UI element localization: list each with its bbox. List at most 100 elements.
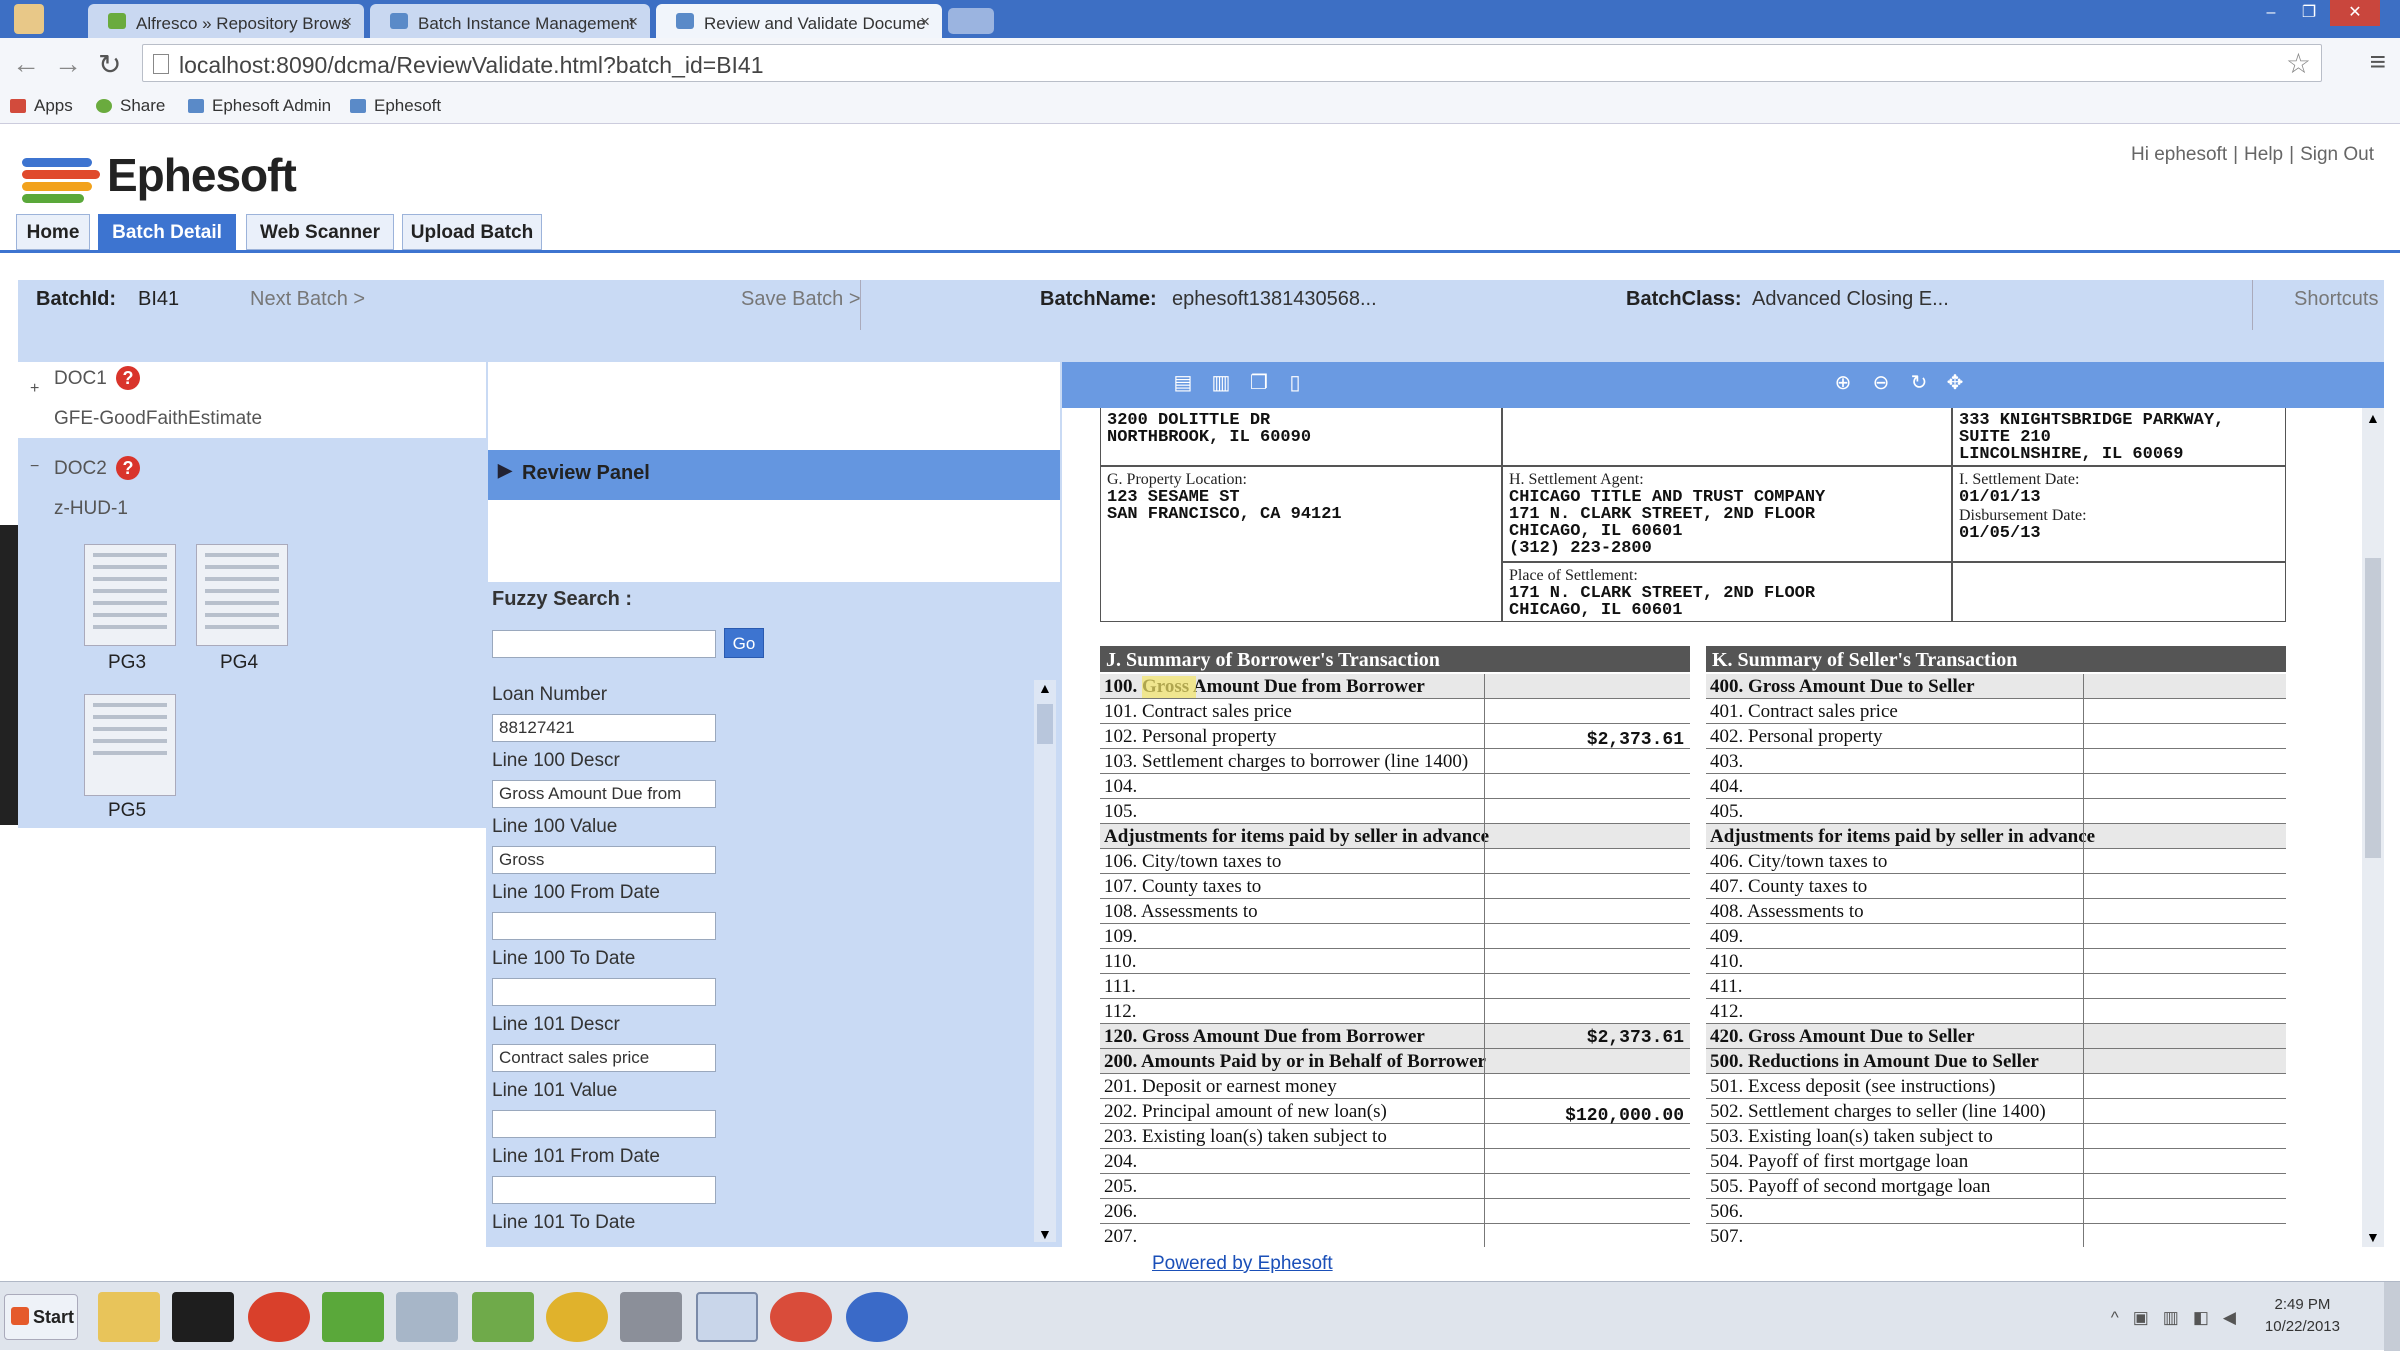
forward-icon[interactable]: → (54, 48, 82, 80)
thunderbird-icon[interactable] (846, 1292, 908, 1342)
bookmark-ephesoft[interactable]: Ephesoft (350, 96, 441, 116)
line100-descr-field[interactable] (492, 780, 716, 808)
line101-from-date-field[interactable] (492, 1176, 716, 1204)
j-line: 108. Assessments to (1100, 899, 1690, 924)
new-tab-button[interactable] (948, 8, 994, 34)
apps-grid-icon (10, 99, 26, 113)
back-icon[interactable]: ← (12, 48, 40, 80)
chrome-active-icon[interactable] (696, 1292, 758, 1342)
scroll-thumb[interactable] (1037, 704, 1053, 744)
tab-close-icon[interactable]: × (628, 12, 638, 32)
review-scrollbar[interactable]: ▲ ▼ (1034, 680, 1056, 1242)
archive-icon[interactable] (620, 1292, 682, 1342)
tab-close-icon[interactable]: × (920, 12, 930, 32)
start-button[interactable]: Start (4, 1294, 78, 1340)
clock-date: 10/22/2013 (2264, 1318, 2340, 1335)
column-divider (2083, 999, 2084, 1024)
explorer-icon[interactable] (98, 1292, 160, 1342)
sign-out-link[interactable]: Sign Out (2294, 144, 2380, 165)
help-link[interactable]: Help (2238, 144, 2289, 165)
k-line: 404. (1706, 774, 2286, 799)
review-panel-header[interactable]: ▶ Review Panel (488, 450, 1060, 500)
notepad-icon[interactable] (322, 1292, 384, 1342)
settlement-date-box: I. Settlement Date: 01/01/13 Disbursemen… (1952, 466, 2286, 562)
browser-tab-batch-instance[interactable]: Batch Instance Management × (370, 4, 650, 38)
git-icon[interactable] (248, 1292, 310, 1342)
page-thumbnail-pg3[interactable] (84, 544, 176, 646)
reload-icon[interactable]: ↻ (98, 48, 121, 81)
terminal-icon[interactable] (172, 1292, 234, 1342)
fuzzy-search-input[interactable] (492, 630, 716, 658)
line101-descr-field[interactable] (492, 1044, 716, 1072)
doc1-row[interactable]: + DOC1 ? GFE-GoodFaithEstimate (18, 362, 486, 438)
address-bar[interactable]: localhost:8090/dcma/ReviewValidate.html?… (142, 44, 2322, 82)
help-question-icon[interactable]: ? (116, 456, 140, 480)
page-footer: Powered by Ephesoft (0, 1247, 2400, 1281)
column-divider (2083, 724, 2084, 749)
loan-number-field[interactable] (492, 714, 716, 742)
powered-by-link[interactable]: Powered by Ephesoft (1152, 1253, 1333, 1275)
scroll-down-icon[interactable]: ▼ (1038, 1226, 1052, 1242)
chart-app-icon[interactable] (472, 1292, 534, 1342)
move-icon[interactable]: ✥ (1944, 372, 1966, 394)
tab-home[interactable]: Home (16, 214, 90, 250)
scroll-thumb[interactable] (2365, 558, 2381, 858)
k-line: 409. (1706, 924, 2286, 949)
tab-batch-detail[interactable]: Batch Detail (98, 214, 236, 250)
chrome-alt-icon[interactable] (770, 1292, 832, 1342)
bookmark-star-icon[interactable]: ☆ (2286, 47, 2311, 80)
column-divider (2083, 949, 2084, 974)
page-thumbnail-pg4[interactable] (196, 544, 288, 646)
bookmark-apps[interactable]: Apps (10, 96, 73, 116)
doc2-row[interactable]: − DOC2 ? z-HUD-1 PG3 PG4 PG5 (18, 438, 486, 828)
copy-page-icon[interactable]: ❐ (1248, 372, 1270, 394)
field-label: Line 101 To Date (492, 1212, 636, 1233)
line100-value-field[interactable] (492, 846, 716, 874)
fit-width-icon[interactable]: ▤ (1172, 372, 1194, 394)
scroll-up-icon[interactable]: ▲ (2366, 410, 2380, 426)
zoom-in-icon[interactable]: ⊕ (1832, 372, 1854, 394)
minimize-icon[interactable]: – (2254, 0, 2288, 26)
bookmark-share[interactable]: Share (96, 96, 165, 116)
property-box: G. Property Location: 123 SESAME ST SAN … (1100, 466, 1502, 622)
field-label: Line 100 Value (492, 816, 618, 837)
save-batch-link[interactable]: Save Batch > (741, 288, 861, 311)
clock-time: 2:49 PM (2274, 1296, 2331, 1313)
scroll-up-icon[interactable]: ▲ (1038, 680, 1052, 696)
bookmark-ephesoft-admin[interactable]: Ephesoft Admin (188, 96, 331, 116)
line100-from-date-field[interactable] (492, 912, 716, 940)
go-button[interactable]: Go (724, 628, 764, 658)
collapse-icon[interactable]: − (30, 458, 39, 476)
fit-page-icon[interactable]: ▥ (1210, 372, 1232, 394)
page-icon (153, 54, 169, 74)
browser-tab-alfresco[interactable]: Alfresco » Repository Brows × (88, 4, 364, 38)
document-scrollbar[interactable]: ▲ ▼ (2362, 408, 2384, 1247)
show-desktop-button[interactable] (2384, 1282, 2400, 1351)
tab-close-icon[interactable]: × (342, 12, 352, 32)
settings-icon[interactable] (396, 1292, 458, 1342)
next-batch-link[interactable]: Next Batch > (250, 288, 365, 311)
place-info: 171 N. CLARK STREET, 2ND FLOOR CHICAGO, … (1509, 584, 1816, 620)
rotate-icon[interactable]: ↻ (1908, 372, 1930, 394)
document-icon[interactable]: ▯ (1284, 372, 1306, 394)
help-question-icon[interactable]: ? (116, 366, 140, 390)
hud1-document-image[interactable]: 3200 DOLITTLE DR NORTHBROOK, IL 60090 33… (1062, 408, 2362, 1247)
alfresco-favicon-icon (108, 13, 126, 29)
restore-icon[interactable]: ❐ (2292, 0, 2326, 26)
tab-web-scanner[interactable]: Web Scanner (246, 214, 394, 250)
chrome-icon[interactable] (546, 1292, 608, 1342)
shortcuts-link[interactable]: Shortcuts (2294, 288, 2378, 311)
expand-icon[interactable]: + (30, 380, 39, 398)
zoom-out-icon[interactable]: ⊖ (1870, 372, 1892, 394)
chrome-menu-icon[interactable]: ≡ (2370, 46, 2386, 78)
k-line: 406. City/town taxes to (1706, 849, 2286, 874)
browser-tab-review-validate[interactable]: Review and Validate Docume × (656, 4, 942, 38)
column-divider (1483, 824, 1485, 849)
column-divider (1483, 1099, 1485, 1124)
line101-value-field[interactable] (492, 1110, 716, 1138)
tab-upload-batch[interactable]: Upload Batch (402, 214, 542, 250)
page-thumbnail-pg5[interactable] (84, 694, 176, 796)
close-window-icon[interactable]: ✕ (2330, 0, 2380, 26)
scroll-down-icon[interactable]: ▼ (2366, 1229, 2380, 1245)
line100-to-date-field[interactable] (492, 978, 716, 1006)
